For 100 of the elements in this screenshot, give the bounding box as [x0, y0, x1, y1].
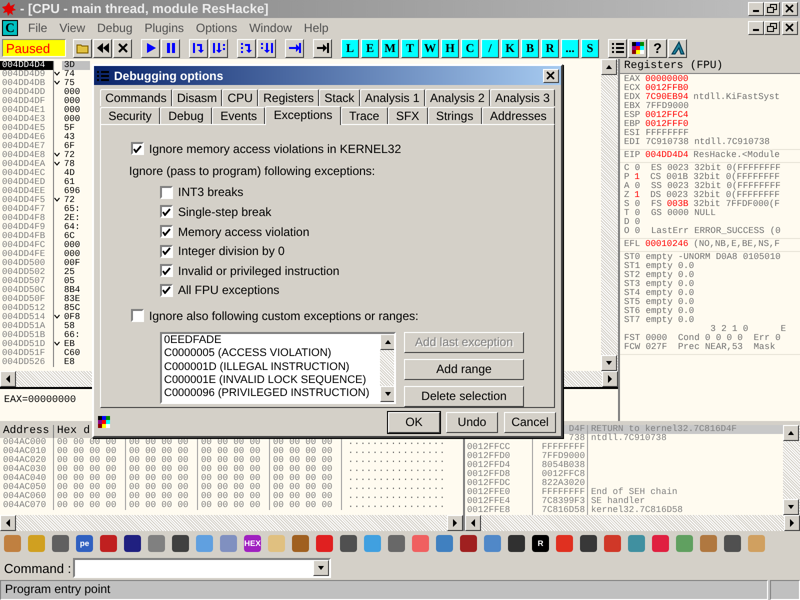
- register-text: ESI FFFFFFFF: [624, 129, 689, 138]
- register-text: DS 0023 32bit 0(FFFFFFFF: [649, 191, 780, 200]
- hex-cell: 00 00 00 00: [126, 456, 198, 466]
- hex-cell-text: 000: [63, 97, 82, 106]
- register-text: EAX: [624, 75, 640, 84]
- address-cell: 004DD51B: [0, 331, 54, 340]
- hex-cell-text: 65:: [63, 205, 82, 214]
- value-cell: 0012FFC8: [542, 469, 585, 480]
- checkbox-label: Integer division by 0: [178, 244, 285, 258]
- register-text: 004DD4D4: [645, 151, 688, 160]
- register-text: ST2 empty 0.0: [624, 271, 694, 280]
- ascii-cell-text: ................: [347, 483, 446, 492]
- hex-cell: 00 00 00 00: [126, 501, 198, 510]
- hex-cell-text: 05: [63, 277, 75, 286]
- hex-cell: 00 00 00 00: [54, 501, 126, 510]
- hex-cell-text: 000: [63, 88, 82, 98]
- register-text: 0012FFC4: [645, 111, 688, 120]
- address-cell: 004DD4E8: [0, 151, 54, 160]
- value-cell: D4F: [568, 424, 585, 434]
- hex-cell-text: 000: [63, 241, 82, 250]
- register-text: 7C90EB94: [645, 93, 688, 102]
- register-text: 0012FFF0: [645, 120, 688, 130]
- address-cell: 0012FFD0: [467, 451, 510, 462]
- register-text: EBP: [624, 120, 640, 130]
- register-text: ECX: [624, 84, 640, 94]
- register-text: P: [624, 173, 630, 182]
- checkbox-label: Memory access violation: [178, 224, 310, 239]
- address-cell: 004AC030: [0, 465, 54, 474]
- hex-cell-text: 85C: [63, 304, 82, 314]
- checkbox-label: All FPU exceptions: [178, 283, 280, 298]
- hex-cell-text: EB: [63, 340, 75, 350]
- register-text: O 0 LastErr ERROR_SUCCESS (0: [624, 227, 781, 236]
- register-text: EBX 7FFD9000: [624, 102, 689, 112]
- address-cell: 004DD4DD: [0, 88, 54, 98]
- address-cell: 004DD51F: [0, 349, 54, 358]
- address-cell: 004DD512: [0, 304, 54, 314]
- register-text: 003B: [666, 200, 688, 210]
- register-text: 0012FFB0: [645, 84, 688, 94]
- ascii-cell-text: ................: [347, 474, 446, 484]
- comment-cell-text: kernel32.7C816D58: [590, 506, 683, 516]
- address-cell: 004DD50F: [0, 295, 54, 304]
- hex-cell-text: E8: [63, 358, 76, 368]
- hex-cell: 00 00 00 00: [126, 483, 198, 492]
- hex-cell-text: C60: [63, 349, 82, 358]
- register-text: (NO,NB,E,BE,NS,F: [693, 240, 780, 250]
- hex-cell: 00 00 00 00: [198, 483, 270, 492]
- status-label: Paused: [2, 39, 66, 58]
- group-label: Ignore (pass to program) following exceptions:: [129, 164, 376, 178]
- address-cell: 004DD4E6: [0, 133, 54, 142]
- address-cell: 004DD4EE: [0, 187, 54, 196]
- hex-cell: 00 00 00 00: [270, 465, 342, 474]
- hex-cell: 3D: [62, 61, 90, 70]
- address-cell: 004DD4EC: [0, 169, 54, 178]
- hex-cell-text: 72: [63, 151, 76, 160]
- ascii-cell-text: ................: [347, 447, 446, 456]
- hex-cell: 00 00 00 00: [198, 465, 270, 474]
- address-cell: 0012FFDC: [467, 478, 510, 488]
- address-cell: 0012FFE8: [467, 505, 510, 516]
- hex-cell-text: 000: [63, 115, 82, 124]
- address-cell: 0012FFE0: [467, 487, 510, 498]
- value-cell: 7C8399F3: [542, 496, 585, 506]
- hex-cell-text: 0F8: [63, 313, 82, 322]
- comment-cell-text: RETURN to kernel32.7C816D4F: [590, 425, 737, 434]
- register-text: CS 001B 32bit 0(FFFFFFFF: [649, 173, 780, 182]
- command-label: Command :: [4, 560, 72, 576]
- register-text: ST4 empty 0.0: [624, 289, 694, 298]
- hex-cell-text: 74: [63, 70, 76, 80]
- ascii-cell-text: ................: [347, 456, 446, 466]
- hex-cell: 00 00 00 00: [270, 474, 342, 484]
- hex-cell: 00 00 00 00: [270, 456, 342, 466]
- address-cell: 004AC050: [0, 483, 54, 492]
- register-text: 1: [634, 173, 640, 182]
- address-cell: 004AC070: [0, 501, 54, 510]
- hex-cell: 00 00 00 00: [270, 447, 342, 456]
- address-cell: 004DD4E3: [0, 115, 54, 124]
- address-cell: 004DD51A: [0, 322, 54, 332]
- ascii-cell-text: ................: [347, 501, 446, 510]
- hex-cell-text: 83E: [63, 295, 82, 304]
- hex-cell: 00 00 00 00: [270, 492, 342, 502]
- register-text: T 0 GS 0000 NULL: [624, 209, 716, 218]
- ascii-cell-text: ................: [347, 438, 446, 448]
- register-text: ST0 empty -UNORM D0A8 0105010: [624, 253, 781, 262]
- register-text: 3 2 1 0 E: [710, 325, 786, 334]
- address-cell: 004DD4EA: [0, 160, 54, 170]
- address-cell: 004DD4F8: [0, 214, 54, 224]
- hex-cell-text: 66:: [63, 331, 82, 340]
- hex-cell: 00 00 00 00: [54, 483, 126, 492]
- register-text: 00000000: [645, 75, 688, 84]
- comment-cell-text: ntdll.7C910738: [590, 434, 667, 444]
- hex-cell-text: 00F: [63, 259, 82, 268]
- hex-cell: 00 00 00 00: [198, 456, 270, 466]
- address-cell: 004DD50C: [0, 286, 54, 296]
- address-cell: 004DD4F9: [0, 223, 54, 232]
- hex-cell-text: 000: [63, 250, 82, 260]
- hex-cell-text: 696: [63, 187, 82, 196]
- address-cell: 004DD507: [0, 277, 54, 286]
- panel-header: Registers (FPU): [620, 59, 800, 74]
- hex-cell-text: 43: [63, 133, 76, 142]
- address-cell: 004AC040: [0, 474, 54, 484]
- window-title: - [CPU - main thread, module ResHacke]: [20, 1, 270, 16]
